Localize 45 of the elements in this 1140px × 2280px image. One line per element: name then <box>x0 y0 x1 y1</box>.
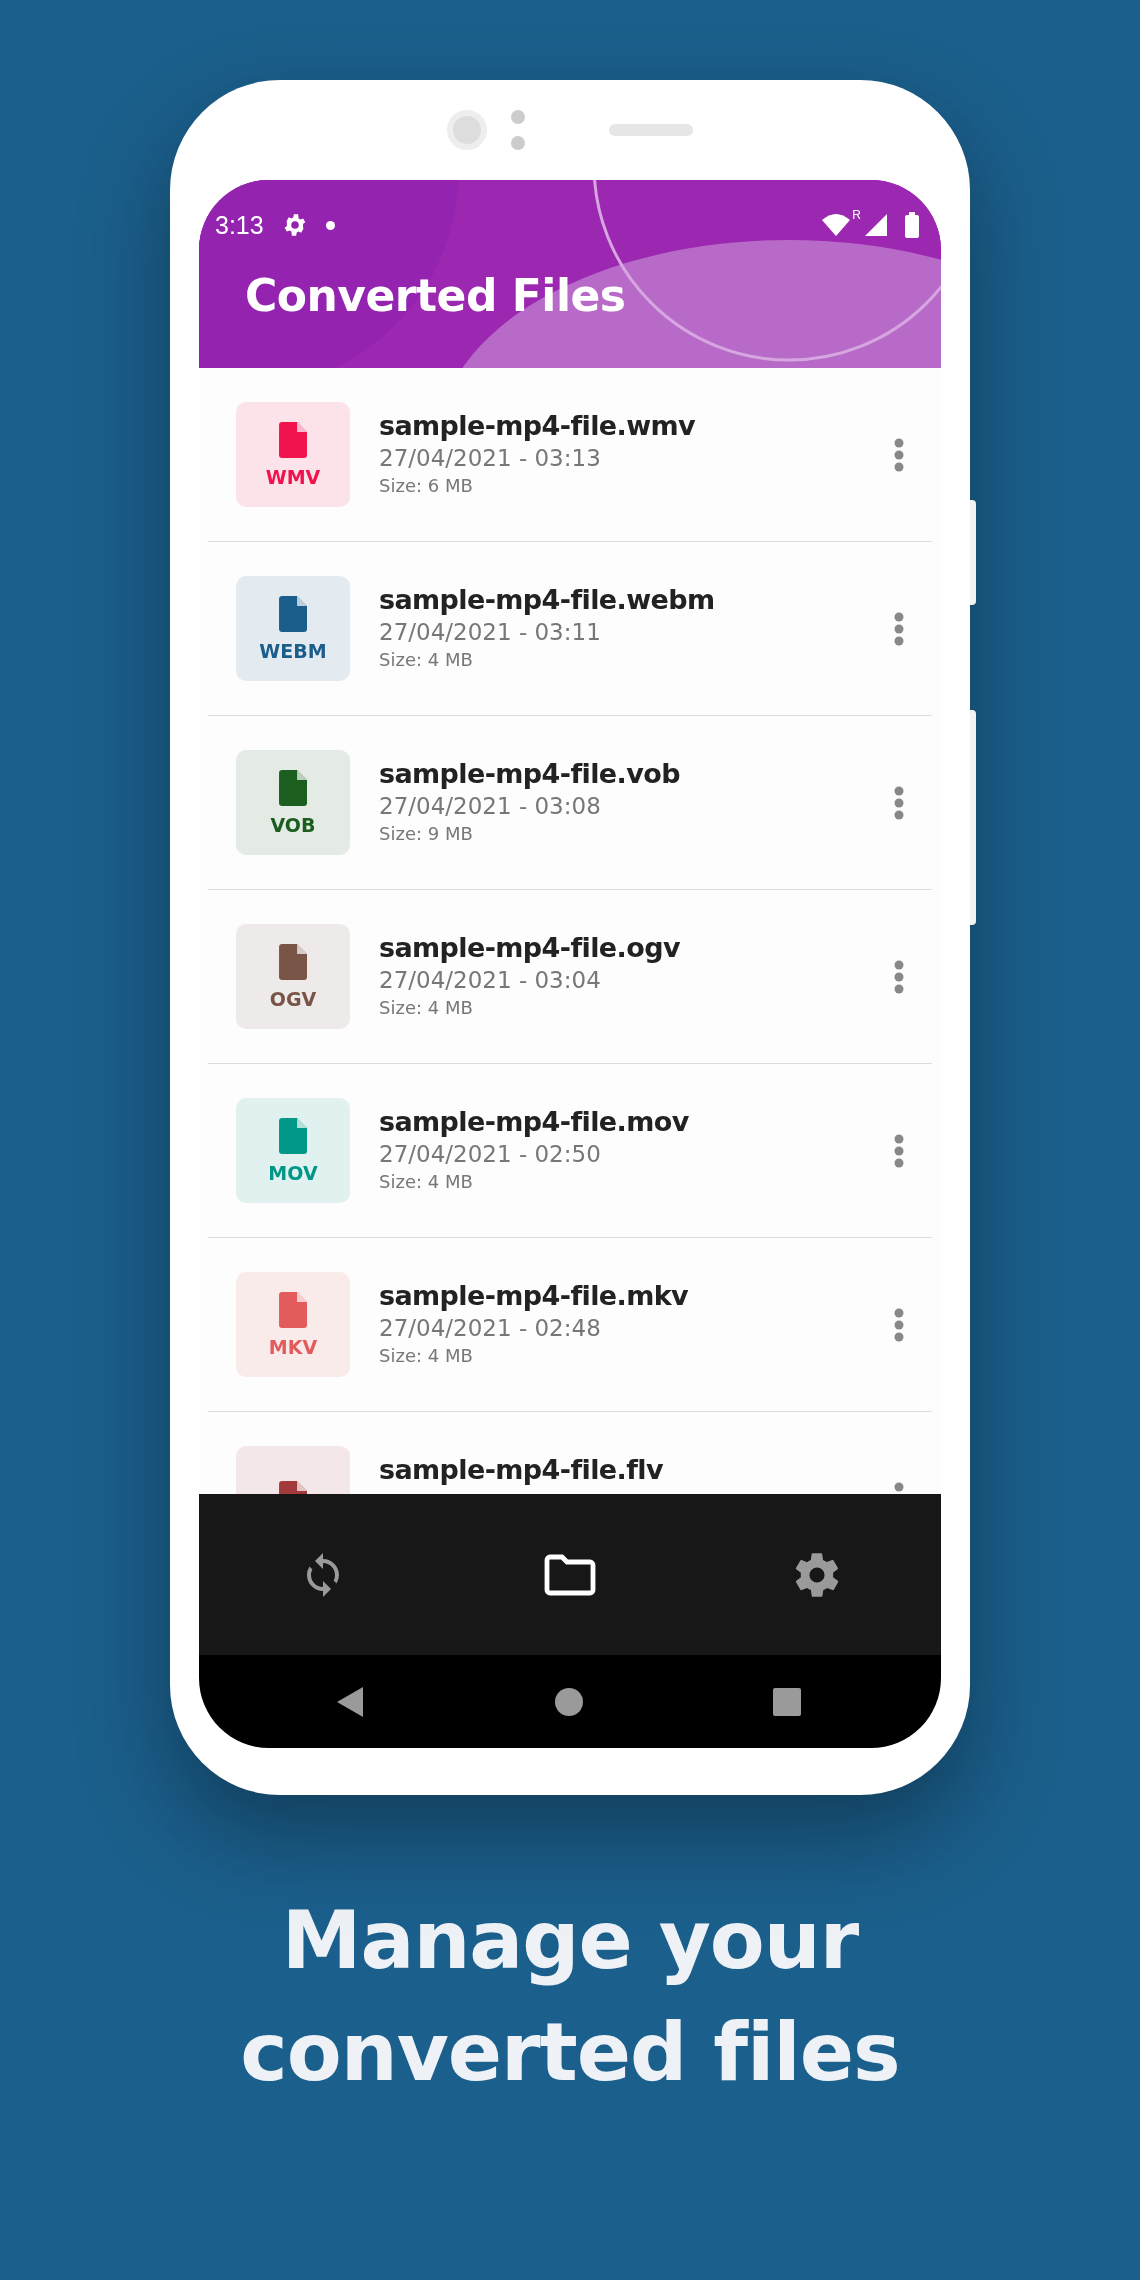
more-options-icon[interactable] <box>894 1308 904 1342</box>
file-name: sample-mp4-file.mkv <box>379 1280 690 1311</box>
file-extension: WEBM <box>259 639 327 662</box>
file-size: Size: 6 MB <box>379 475 474 496</box>
more-options-icon[interactable] <box>894 786 904 820</box>
file-extension: MOV <box>268 1161 318 1184</box>
notification-dot-icon <box>325 220 335 230</box>
home-button[interactable] <box>555 1687 583 1716</box>
camera-icon <box>447 110 487 150</box>
more-options-icon[interactable] <box>894 960 904 994</box>
file-name: sample-mp4-file.mov <box>379 1106 690 1137</box>
file-name: sample-mp4-file.flv <box>379 1454 664 1485</box>
status-time: 3:13 <box>215 210 264 240</box>
wifi-icon <box>822 214 851 236</box>
file-name: sample-mp4-file.ogv <box>379 932 681 963</box>
file-name: sample-mp4-file.webm <box>379 584 716 615</box>
file-date: 27/04/2021 - 02:50 <box>379 1141 602 1167</box>
file-size: Size: 4 MB <box>379 649 474 670</box>
file-size: Size: 4 MB <box>379 1171 474 1192</box>
file-extension: VOB <box>270 813 316 836</box>
file-date: 27/04/2021 - 03:08 <box>379 793 602 819</box>
file-size: Size: 4 MB <box>379 997 474 1018</box>
file-name: sample-mp4-file.wmv <box>379 410 697 441</box>
file-extension: WMV <box>265 465 321 488</box>
tagline: Manage your converted files <box>239 1893 901 2101</box>
more-options-icon[interactable] <box>894 612 904 646</box>
file-date: 27/04/2021 - 03:13 <box>379 445 602 471</box>
battery-icon <box>905 212 919 238</box>
recents-button[interactable] <box>773 1687 801 1716</box>
speaker-icon <box>609 124 693 136</box>
file-date: 27/04/2021 - 03:04 <box>379 967 602 993</box>
screen-title: Converted Files <box>245 270 627 321</box>
file-size: Size: 9 MB <box>379 823 474 844</box>
signal-icon <box>865 214 887 236</box>
back-button[interactable] <box>337 1686 365 1717</box>
more-options-icon[interactable] <box>894 438 904 472</box>
sensor-icon <box>511 110 525 150</box>
roaming-indicator: R <box>852 208 861 222</box>
file-size: Size: 4 MB <box>379 1345 474 1366</box>
file-extension: OGV <box>269 987 317 1010</box>
file-date: 27/04/2021 - 03:11 <box>379 619 602 645</box>
file-name: sample-mp4-file.vob <box>379 758 681 789</box>
file-extension: MKV <box>268 1335 318 1358</box>
file-date: 27/04/2021 - 02:48 <box>379 1315 602 1341</box>
more-options-icon[interactable] <box>894 1134 904 1168</box>
